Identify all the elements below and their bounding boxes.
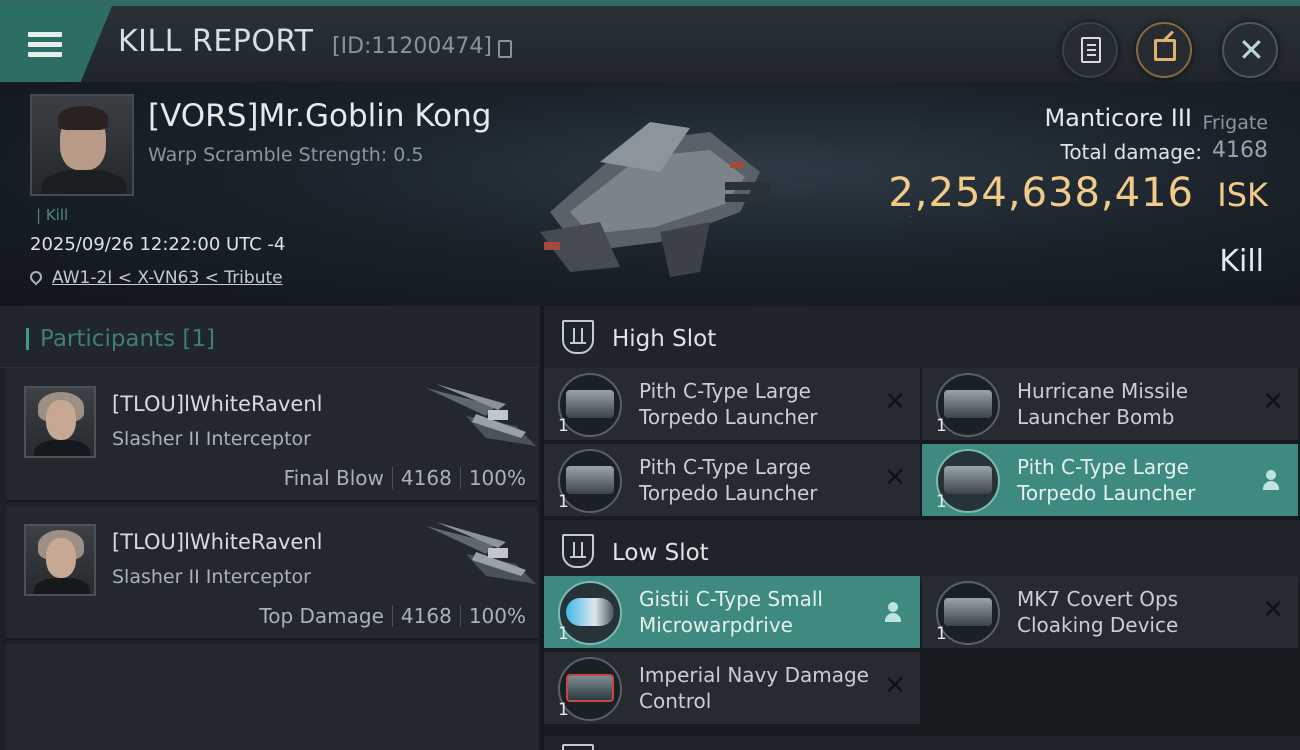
isk-unit: ISK [1217, 176, 1268, 214]
torpedo-launcher-icon [944, 466, 992, 494]
low-slot-icon [562, 534, 594, 568]
module-name: Pith C-Type Large Torpedo Launcher [1017, 455, 1196, 505]
module-item[interactable]: 1 Pith C-Type Large Torpedo Launcher ✕ [544, 368, 920, 442]
hamburger-icon [28, 32, 62, 37]
dropped-person-icon [884, 602, 902, 622]
participant-avatar[interactable] [24, 524, 96, 596]
participant-percent: 100% [468, 466, 526, 490]
participant-ship-image [426, 384, 536, 446]
share-button[interactable] [1136, 22, 1192, 78]
low-slot-header: Low Slot [544, 520, 1300, 582]
module-name: Pith C-Type Large Torpedo Launcher [639, 455, 818, 505]
module-name: Imperial Navy Damage Control [639, 663, 869, 713]
participant-name[interactable]: [TLOU]lWhiteRavenl [112, 392, 322, 416]
top-bar: KILL REPORT [ID:11200474] ✕ [0, 0, 1300, 82]
victim-portrait[interactable] [30, 94, 134, 196]
participant-ship: Slasher II Interceptor [112, 566, 311, 588]
participant-stats: Top Damage 4168 100% [259, 604, 526, 628]
missile-launcher-icon [944, 390, 992, 418]
participants-title: Participants [1] [40, 326, 215, 352]
destroyed-icon: ✕ [884, 387, 906, 417]
module-item[interactable]: 1 Gistii C-Type Small Microwarpdrive [544, 576, 920, 650]
torpedo-launcher-icon [566, 390, 614, 418]
share-icon [1154, 39, 1176, 61]
module-name: Pith C-Type Large Torpedo Launcher [639, 379, 818, 429]
clipboard-icon [1081, 37, 1101, 63]
total-damage-value: 4168 [1212, 138, 1268, 163]
module-name: Hurricane Missile Launcher Bomb [1017, 379, 1189, 429]
copy-icon[interactable] [498, 40, 512, 58]
module-quantity: 1 [936, 416, 947, 436]
module-quantity: 1 [558, 492, 569, 512]
kill-result: Kill [1219, 244, 1264, 279]
high-slot-title: High Slot [612, 326, 717, 352]
clipboard-button[interactable] [1062, 22, 1118, 78]
module-name: MK7 Covert Ops Cloaking Device [1017, 587, 1179, 637]
participant-ship: Slasher II Interceptor [112, 428, 311, 450]
participant-role: Top Damage [259, 604, 384, 628]
victim-banner: [VORS]Mr.Goblin Kong Warp Scramble Stren… [0, 82, 1300, 306]
kill-tag: | Kill [36, 206, 69, 224]
participants-panel: Participants [1] [TLOU]lWhiteRavenl Slas… [0, 306, 540, 750]
participant-ship-image [426, 522, 536, 584]
kill-location[interactable]: AW1-2I < X-VN63 < Tribute [27, 268, 283, 288]
participant-role: Final Blow [283, 466, 384, 490]
victim-ship-class: Frigate [1202, 112, 1268, 134]
module-item[interactable]: 1 Pith C-Type Large Torpedo Launcher [922, 444, 1298, 518]
destroyed-icon: ✕ [884, 463, 906, 493]
damage-control-icon [566, 674, 614, 702]
kill-timestamp: 2025/09/26 12:22:00 UTC -4 [30, 234, 286, 255]
page-title: KILL REPORT [118, 24, 314, 59]
high-slot-header: High Slot [544, 306, 1300, 368]
module-item[interactable]: 1 Hurricane Missile Launcher Bomb ✕ [922, 368, 1298, 442]
participant-stats: Final Blow 4168 100% [284, 466, 526, 490]
module-item[interactable]: 1 Pith C-Type Large Torpedo Launcher ✕ [544, 444, 920, 518]
participant-damage: 4168 [400, 466, 452, 490]
isk-value: 2,254,638,416 [888, 170, 1194, 216]
module-name: Gistii C-Type Small Microwarpdrive [639, 587, 823, 637]
participant-row[interactable]: [TLOU]lWhiteRavenl Slasher II Intercepto… [6, 506, 538, 640]
section-icon [562, 744, 594, 750]
cloaking-device-icon [944, 598, 992, 626]
warp-scramble-strength: Warp Scramble Strength: 0.5 [148, 144, 424, 166]
module-quantity: 1 [558, 700, 569, 720]
destroyed-icon: ✕ [1262, 387, 1284, 417]
destroyed-icon: ✕ [884, 671, 906, 701]
microwarpdrive-icon [566, 598, 614, 626]
close-icon: ✕ [1238, 31, 1265, 69]
participant-damage: 4168 [400, 604, 452, 628]
dropped-person-icon [1262, 470, 1280, 490]
total-damage-label: Total damage: [1060, 140, 1203, 164]
participant-row[interactable]: [TLOU]lWhiteRavenl Slasher II Intercepto… [6, 368, 538, 502]
victim-ship-image[interactable] [510, 102, 790, 282]
location-pin-icon [27, 268, 45, 286]
module-item[interactable]: 1 MK7 Covert Ops Cloaking Device ✕ [922, 576, 1298, 650]
participant-avatar[interactable] [24, 386, 96, 458]
participant-name[interactable]: [TLOU]lWhiteRavenl [112, 530, 322, 554]
close-button[interactable]: ✕ [1222, 22, 1278, 78]
torpedo-launcher-icon [566, 466, 614, 494]
module-item[interactable]: 1 Imperial Navy Damage Control ✕ [544, 652, 920, 726]
report-id: [ID:11200474] [332, 34, 492, 59]
participants-header: Participants [1] [0, 306, 540, 368]
victim-ship-name[interactable]: Manticore III [1044, 104, 1192, 132]
fitting-panel: High Slot 1 Pith C-Type Large Torpedo La… [544, 306, 1300, 750]
next-section-header [544, 736, 1300, 750]
module-quantity: 1 [936, 492, 947, 512]
menu-button[interactable] [0, 6, 112, 82]
destroyed-icon: ✕ [1262, 595, 1284, 625]
participants-empty-area [6, 644, 538, 750]
high-slot-icon [562, 320, 594, 354]
participant-percent: 100% [468, 604, 526, 628]
module-quantity: 1 [558, 416, 569, 436]
victim-name[interactable]: [VORS]Mr.Goblin Kong [148, 98, 491, 134]
module-quantity: 1 [558, 624, 569, 644]
module-quantity: 1 [936, 624, 947, 644]
low-slot-title: Low Slot [612, 540, 709, 566]
